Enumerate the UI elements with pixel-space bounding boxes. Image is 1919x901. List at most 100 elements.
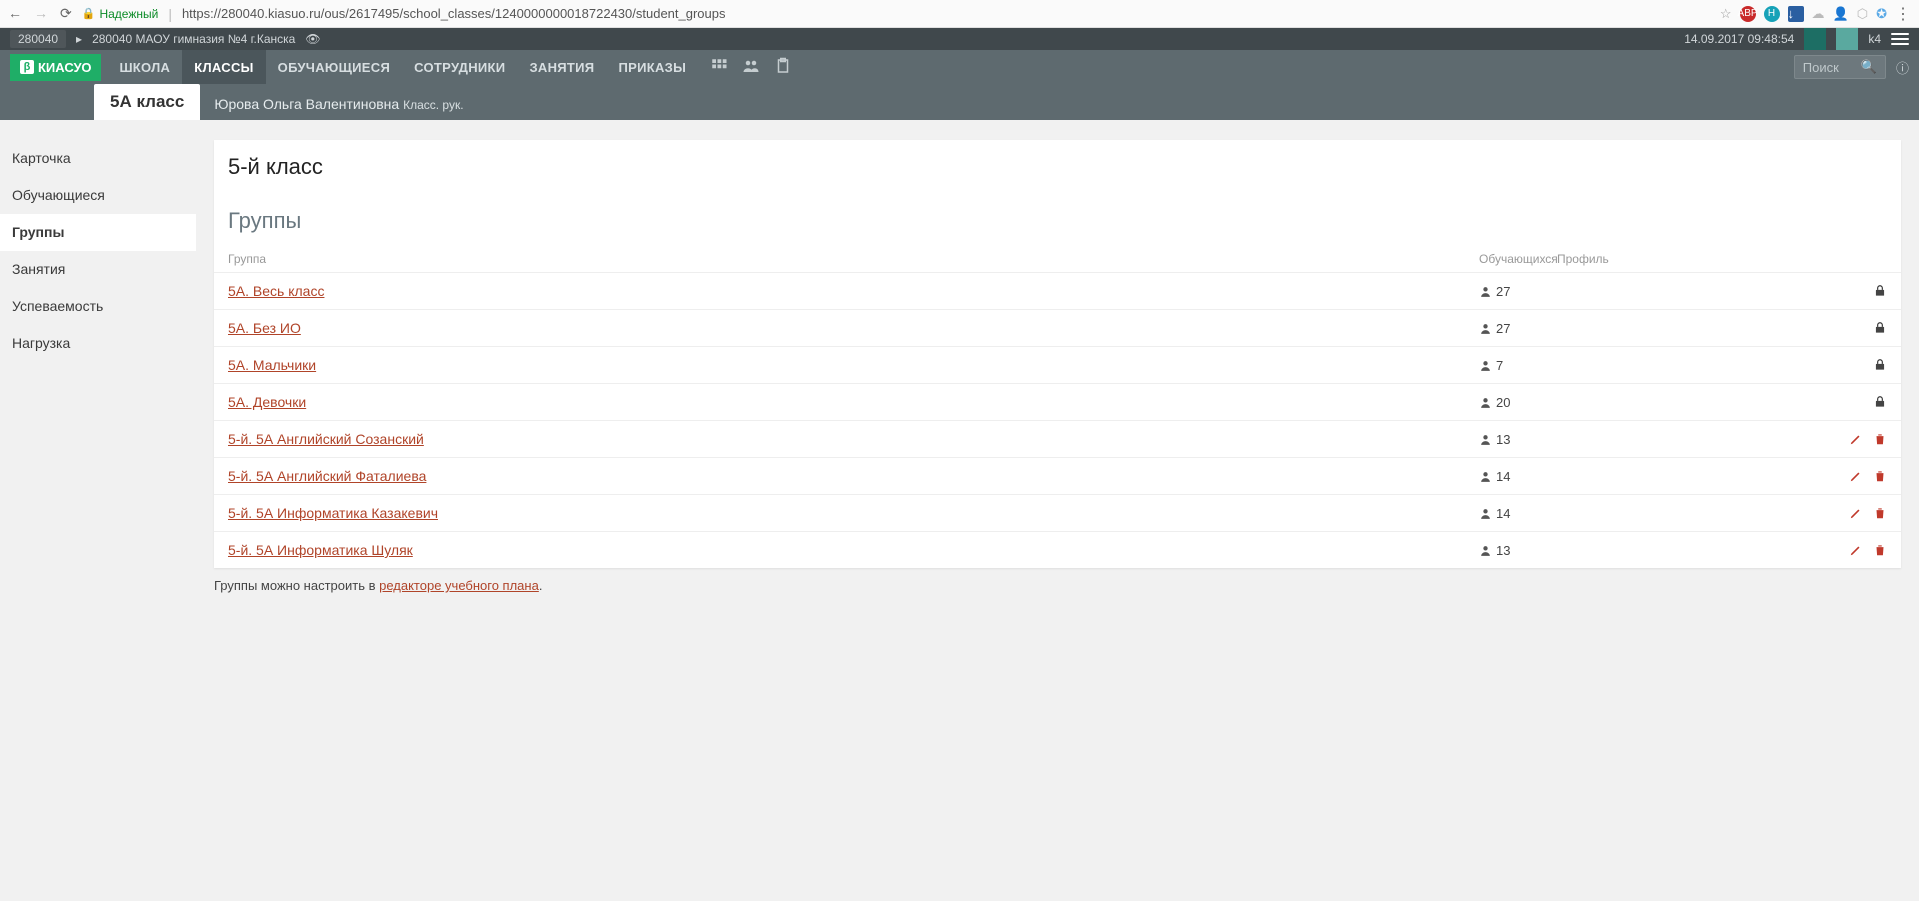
- page-title: 5-й класс: [228, 154, 1887, 180]
- group-link[interactable]: 5-й. 5А Английский Созанский: [228, 431, 424, 447]
- forward-icon[interactable]: →: [34, 5, 48, 22]
- table-header: Группа Обучающихся Профиль: [214, 246, 1901, 273]
- teacher-info: Юрова Ольга Валентиновна Класс. рук.: [200, 88, 477, 120]
- search-icon[interactable]: 🔍: [1861, 59, 1877, 75]
- search-field[interactable]: [1803, 60, 1853, 75]
- ext-user-icon[interactable]: 👤: [1833, 6, 1849, 22]
- help-icon[interactable]: ⓘ: [1896, 58, 1909, 77]
- nav-lessons[interactable]: ЗАНЯТИЯ: [517, 50, 606, 84]
- edit-icon[interactable]: [1849, 469, 1863, 483]
- person-icon: [1479, 433, 1492, 446]
- group-count: 27: [1496, 284, 1510, 299]
- strip-btn-2[interactable]: [1836, 28, 1858, 50]
- group-count: 7: [1496, 358, 1503, 373]
- reload-icon[interactable]: ⟳: [60, 5, 72, 22]
- th-profile: Профиль: [1557, 252, 1837, 266]
- table-row: 5-й. 5А Информатика Казакевич14: [214, 495, 1901, 532]
- table-row: 5-й. 5А Информатика Шуляк 13: [214, 532, 1901, 568]
- url-bar[interactable]: https://280040.kiasuo.ru/ous/2617495/sch…: [182, 6, 1710, 21]
- footer-note-text: Группы можно настроить в: [214, 578, 379, 593]
- org-code[interactable]: 280040: [10, 30, 66, 48]
- strip-btn-1[interactable]: [1804, 28, 1826, 50]
- ext-cloud-icon[interactable]: ☁: [1812, 6, 1825, 22]
- section-title: Группы: [214, 190, 1901, 246]
- secure-badge: 🔒 Надежный: [82, 7, 159, 21]
- group-count: 27: [1496, 321, 1510, 336]
- sub-header: 5А класс Юрова Ольга Валентиновна Класс.…: [0, 84, 1919, 120]
- group-link[interactable]: 5-й. 5А Английский Фаталиева: [228, 468, 426, 484]
- ext-h-icon[interactable]: H: [1764, 6, 1780, 22]
- nav-orders[interactable]: ПРИКАЗЫ: [606, 50, 698, 84]
- people-icon[interactable]: [742, 57, 760, 78]
- nav-classes[interactable]: КЛАССЫ: [182, 50, 265, 84]
- back-icon[interactable]: ←: [8, 5, 22, 22]
- top-strip: 280040 ▸ 280040 МАОУ гимназия №4 г.Канск…: [0, 28, 1919, 50]
- group-count: 13: [1496, 432, 1510, 447]
- table-row: 5А. Без ИО 27: [214, 310, 1901, 347]
- search-input[interactable]: 🔍: [1794, 55, 1886, 79]
- table-row: 5-й. 5А Английский Фаталиева 14: [214, 458, 1901, 495]
- ext-cube-icon[interactable]: ⬡: [1857, 6, 1868, 22]
- hamburger-icon[interactable]: [1891, 30, 1909, 48]
- delete-icon[interactable]: [1873, 432, 1887, 446]
- datetime: 14.09.2017 09:48:54: [1684, 32, 1794, 46]
- logo-beta: β: [20, 60, 34, 74]
- edit-icon[interactable]: [1849, 543, 1863, 557]
- abp-icon[interactable]: ABP: [1740, 6, 1756, 22]
- browser-toolbar: ← → ⟳ 🔒 Надежный | https://280040.kiasuo…: [0, 0, 1919, 28]
- teacher-name: Юрова Ольга Валентиновна: [214, 96, 399, 112]
- delete-icon[interactable]: [1873, 469, 1887, 483]
- ext-qg-icon[interactable]: ✪: [1876, 6, 1887, 22]
- person-icon: [1479, 396, 1492, 409]
- group-link[interactable]: 5А. Весь класс: [228, 283, 324, 299]
- nav-school[interactable]: ШКОЛА: [107, 50, 182, 84]
- sidebar-item-students[interactable]: Обучающиеся: [0, 177, 196, 214]
- nav-students[interactable]: ОБУЧАЮЩИЕСЯ: [266, 50, 402, 84]
- star-icon[interactable]: ☆: [1720, 6, 1732, 22]
- sidebar-item-groups[interactable]: Группы: [0, 214, 196, 251]
- group-count: 13: [1496, 543, 1510, 558]
- clipboard-icon[interactable]: [774, 57, 792, 78]
- school-name[interactable]: 280040 МАОУ гимназия №4 г.Канска: [92, 32, 295, 46]
- logo-text: КИАСУО: [38, 60, 91, 75]
- sidebar-item-workload[interactable]: Нагрузка: [0, 325, 196, 362]
- main-nav: β КИАСУО ШКОЛА КЛАССЫ ОБУЧАЮЩИЕСЯ СОТРУД…: [0, 50, 1919, 84]
- sidebar-item-lessons[interactable]: Занятия: [0, 251, 196, 288]
- person-icon: [1479, 470, 1492, 483]
- sidebar: Карточка Обучающиеся Группы Занятия Успе…: [0, 120, 196, 613]
- th-group: Группа: [228, 252, 1479, 266]
- group-link[interactable]: 5-й. 5А Информатика Шуляк: [228, 542, 413, 558]
- nav-staff[interactable]: СОТРУДНИКИ: [402, 50, 517, 84]
- class-tab[interactable]: 5А класс: [94, 84, 200, 120]
- grid-icon[interactable]: [710, 57, 728, 78]
- teacher-role: Класс. рук.: [403, 98, 463, 112]
- footer-note: Группы можно настроить в редакторе учебн…: [214, 578, 1901, 593]
- edit-icon[interactable]: [1849, 506, 1863, 520]
- group-link[interactable]: 5А. Без ИО: [228, 320, 301, 336]
- edit-icon[interactable]: [1849, 432, 1863, 446]
- group-link[interactable]: 5-й. 5А Информатика Казакевич: [228, 505, 438, 521]
- lock-icon: [1873, 358, 1887, 372]
- secure-label: Надежный: [99, 7, 158, 21]
- group-link[interactable]: 5А. Мальчики: [228, 357, 316, 373]
- eye-icon[interactable]: 👁: [305, 32, 320, 46]
- table-row: 5А. Весь класс 27: [214, 273, 1901, 310]
- logo[interactable]: β КИАСУО: [10, 54, 101, 81]
- person-icon: [1479, 507, 1492, 520]
- group-count: 14: [1496, 469, 1510, 484]
- person-icon: [1479, 544, 1492, 557]
- ext-down-icon[interactable]: ↓: [1788, 6, 1804, 22]
- sidebar-item-card[interactable]: Карточка: [0, 140, 196, 177]
- footer-note-link[interactable]: редакторе учебного плана: [379, 578, 539, 593]
- group-count: 20: [1496, 395, 1510, 410]
- sidebar-item-progress[interactable]: Успеваемость: [0, 288, 196, 325]
- group-link[interactable]: 5А. Девочки: [228, 394, 306, 410]
- breadcrumb-sep: ▸: [76, 32, 82, 46]
- user-badge[interactable]: k4: [1868, 32, 1881, 46]
- menu-dots-icon[interactable]: ⋮: [1895, 4, 1911, 24]
- lock-icon: [1873, 321, 1887, 335]
- delete-icon[interactable]: [1873, 543, 1887, 557]
- delete-icon[interactable]: [1873, 506, 1887, 520]
- lock-icon: 🔒: [82, 7, 96, 20]
- table-row: 5А. Девочки 20: [214, 384, 1901, 421]
